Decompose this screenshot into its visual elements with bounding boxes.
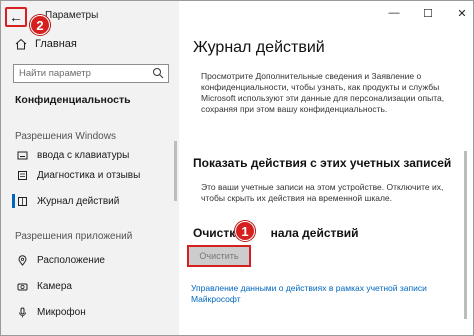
sidebar-item-home[interactable]: Главная — [15, 38, 77, 50]
sidebar-item-label: Расположение — [37, 254, 105, 266]
location-icon — [18, 254, 27, 266]
clear-history-heading: Очистка нала действий — [193, 226, 359, 240]
sidebar-scrollbar[interactable] — [174, 141, 177, 201]
maximize-button[interactable]: ☐ — [421, 7, 435, 20]
show-activities-heading: Показать действия с этих учетных записей — [193, 156, 452, 170]
home-icon — [15, 38, 27, 50]
microphone-icon — [19, 307, 26, 317]
keyboard-icon — [17, 151, 28, 159]
clear-heading-end: нала действий — [270, 226, 359, 240]
search-placeholder: Найти параметр — [19, 68, 91, 79]
group-title-apps: Разрешения приложений — [15, 231, 133, 242]
minimize-button[interactable]: — — [387, 7, 401, 20]
close-button[interactable]: ✕ — [455, 7, 469, 20]
sidebar-item-label: Диагностика и отзывы — [37, 169, 141, 181]
search-icon — [153, 68, 164, 79]
arrow-left-icon: ← — [9, 9, 23, 25]
accounts-description: Это ваши учетные записи на этом устройст… — [201, 182, 444, 203]
sidebar-item-label: Камера — [37, 280, 72, 292]
window-title: Параметры — [45, 10, 99, 21]
back-button[interactable]: ← — [5, 7, 27, 27]
page-title: Журнал действий — [193, 39, 325, 56]
activity-history-icon — [18, 196, 27, 206]
privacy-description: Просмотрите Дополнительные сведения и За… — [201, 71, 445, 114]
home-label: Главная — [35, 38, 77, 50]
group-title-windows: Разрешения Windows — [15, 131, 116, 142]
main-scrollbar[interactable] — [464, 151, 467, 319]
title-bar: ← Параметры — [1, 1, 179, 31]
step-badge-2: 2 — [30, 15, 50, 35]
sidebar-item-microphone[interactable]: Микрофон — [11, 303, 171, 321]
search-input[interactable]: Найти параметр — [13, 64, 169, 83]
camera-icon — [17, 283, 28, 290]
sidebar-item-activity-history[interactable]: Журнал действий — [11, 192, 171, 210]
sidebar-item-location[interactable]: Расположение — [11, 251, 171, 269]
clear-button[interactable]: Очистить — [187, 245, 251, 267]
window-controls: — ☐ ✕ — [387, 7, 469, 20]
sidebar-item-diagnostics[interactable]: Диагностика и отзывы — [11, 166, 171, 184]
manage-activity-link[interactable]: Управление данными о действиях в рамках … — [191, 283, 431, 305]
main-content: — ☐ ✕ Журнал действий Просмотрите Дополн… — [179, 1, 473, 335]
sidebar-item-keyboard[interactable]: ввода с клавиатуры — [11, 146, 171, 164]
sidebar: ← Параметры 2 Главная Найти параметр Кон… — [1, 1, 179, 335]
sidebar-item-label: ввода с клавиатуры — [37, 149, 130, 161]
step-badge-1: 1 — [235, 221, 255, 241]
section-title: Конфиденциальность — [15, 94, 131, 106]
sidebar-item-camera[interactable]: Камера — [11, 277, 171, 295]
sidebar-item-label: Журнал действий — [37, 195, 120, 207]
settings-window: ← Параметры 2 Главная Найти параметр Кон… — [0, 0, 474, 336]
diagnostics-icon — [18, 170, 27, 180]
sidebar-item-label: Микрофон — [37, 306, 86, 318]
